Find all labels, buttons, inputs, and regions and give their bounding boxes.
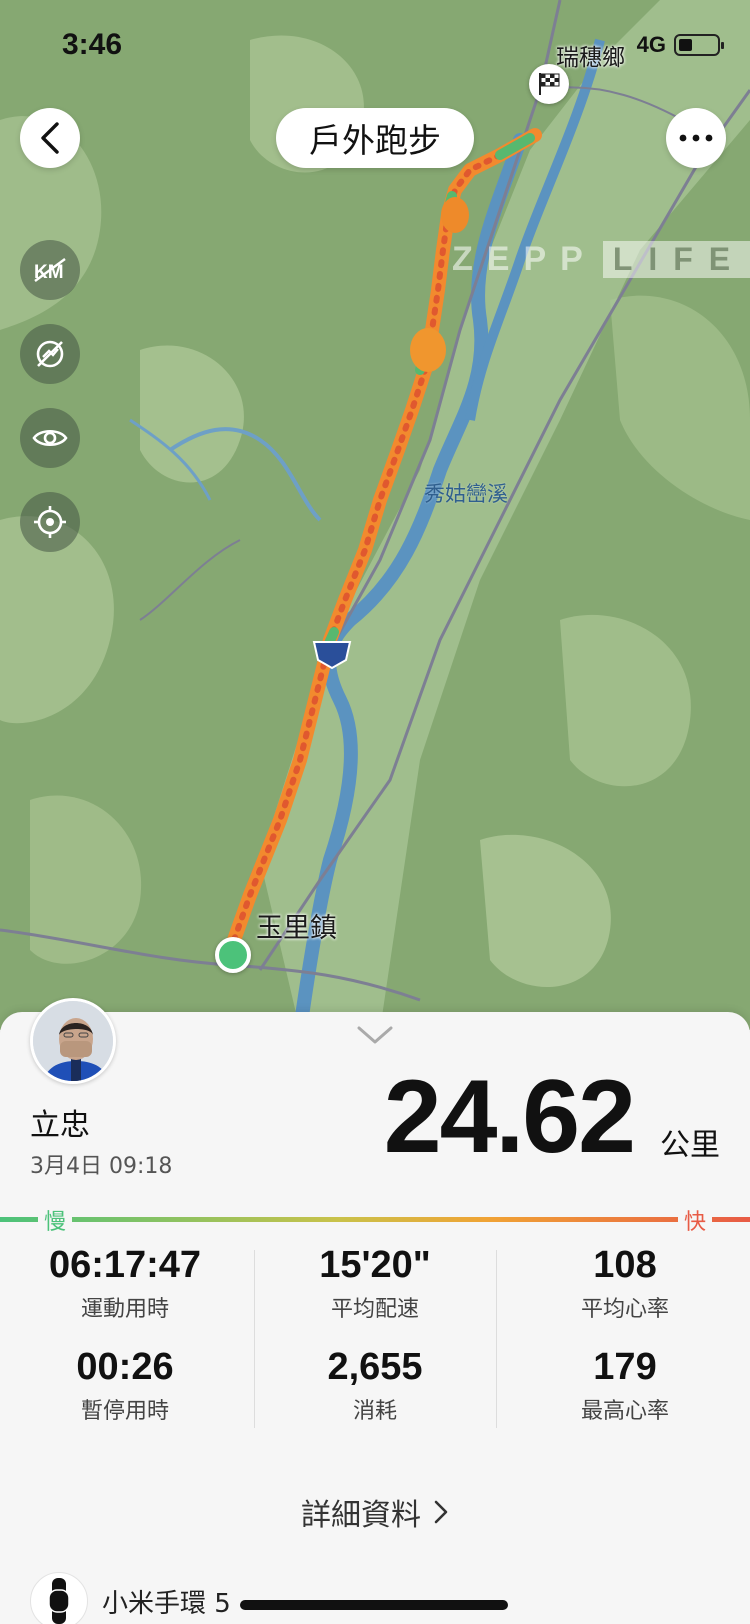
watermark-part-1: ZEPP <box>452 240 597 278</box>
stat-average-pace: 15'20" 平均配速 <box>250 1244 500 1323</box>
user-photo <box>33 1001 113 1081</box>
summary-sheet: 立忠 3月4日 09:18 24.62 公里 慢 快 06:17:47 運動用時… <box>0 998 750 1624</box>
stats-column: 15'20" 平均配速 2,655 消耗 <box>250 1244 500 1444</box>
stat-label: 平均配速 <box>330 1297 419 1322</box>
band-icon <box>30 1572 88 1624</box>
stat-label: 消耗 <box>352 1399 397 1424</box>
checkered-flag-icon <box>539 73 560 95</box>
km-marker-icon: KM <box>34 258 66 283</box>
stats-column: 108 平均心率 179 最高心率 <box>500 1244 750 1444</box>
stats-column: 06:17:47 運動用時 00:26 暫停用時 <box>0 1244 250 1444</box>
activity-date: 3月4日 09:18 <box>30 1154 173 1179</box>
pace-legend: 慢 快 <box>0 1204 750 1236</box>
pace-gradient <box>0 1217 750 1222</box>
km-marker-toggle[interactable]: KM <box>20 240 80 300</box>
band-glyph <box>48 1578 70 1624</box>
watermark-part-2: LIFE <box>602 241 750 278</box>
device-name: 小米手環 5 <box>102 1588 231 1619</box>
ellipsis-icon <box>679 134 713 142</box>
chevron-right-icon <box>434 1500 448 1524</box>
stat-value: 179 <box>593 1346 657 1388</box>
pace-slow-label: 慢 <box>38 1204 73 1236</box>
locate-button[interactable] <box>20 492 80 552</box>
hide-pace-icon <box>36 340 64 368</box>
stat-value: 00:26 <box>76 1346 174 1388</box>
stat-value: 2,655 <box>327 1346 423 1388</box>
user-name: 立忠 <box>30 1108 90 1143</box>
battery-icon <box>674 34 724 56</box>
back-button[interactable] <box>20 108 80 168</box>
pace-fast-label: 快 <box>677 1204 712 1236</box>
page-title: 戶外跑步 <box>276 108 474 168</box>
stat-value: 108 <box>593 1244 657 1286</box>
status-right: 4G <box>636 32 724 58</box>
pace-visibility-toggle[interactable] <box>20 324 80 384</box>
stat-value: 15'20" <box>319 1244 431 1286</box>
distance-unit: 公里 <box>660 1128 720 1163</box>
chevron-down-icon <box>357 1026 393 1044</box>
home-indicator[interactable] <box>240 1600 508 1610</box>
stat-pause-time: 00:26 暫停用時 <box>0 1346 250 1425</box>
network-label: 4G <box>636 32 666 57</box>
stat-average-heart-rate: 108 平均心率 <box>500 1244 750 1323</box>
chevron-left-icon <box>41 122 59 154</box>
stat-workout-time: 06:17:47 運動用時 <box>0 1244 250 1323</box>
stat-max-heart-rate: 179 最高心率 <box>500 1346 750 1425</box>
map-label-river: 秀姑巒溪 <box>424 482 508 506</box>
stat-calories: 2,655 消耗 <box>250 1346 500 1425</box>
stat-label: 暫停用時 <box>80 1399 169 1424</box>
stat-value: 06:17:47 <box>48 1244 202 1286</box>
map-label-start-town: 玉里鎮 <box>256 913 337 944</box>
battery-fill <box>679 39 692 51</box>
zepp-life-watermark: ZEPP LIFE <box>452 240 750 279</box>
avatar[interactable] <box>30 998 116 1084</box>
stats-grid: 06:17:47 運動用時 00:26 暫停用時 15'20" 平均配速 2,6… <box>0 1244 750 1444</box>
more-options-button[interactable] <box>666 108 726 168</box>
collapse-button[interactable] <box>356 1024 394 1050</box>
finish-flag-icon[interactable] <box>529 64 569 104</box>
route-map[interactable]: 3:46 4G 瑞穗鄉 玉里鎮 秀姑巒溪 ZEPP LIFE 戶外跑步 KM <box>0 0 750 1030</box>
view-toggle[interactable] <box>20 408 80 468</box>
stat-label: 運動用時 <box>80 1297 169 1322</box>
start-point-marker[interactable] <box>215 937 251 973</box>
stat-label: 平均心率 <box>580 1297 669 1322</box>
distance-value: 24.62 <box>383 1059 636 1175</box>
details-link-label: 詳細資料 <box>301 1498 421 1533</box>
details-link[interactable]: 詳細資料 <box>0 1490 750 1534</box>
visibility-icon <box>32 429 68 447</box>
stat-label: 最高心率 <box>580 1399 669 1424</box>
map-label-end-town: 瑞穗鄉 <box>556 45 625 71</box>
status-time: 3:46 <box>62 28 123 61</box>
locate-icon <box>34 506 66 538</box>
device-row[interactable]: 小米手環 5 <box>30 1572 231 1624</box>
